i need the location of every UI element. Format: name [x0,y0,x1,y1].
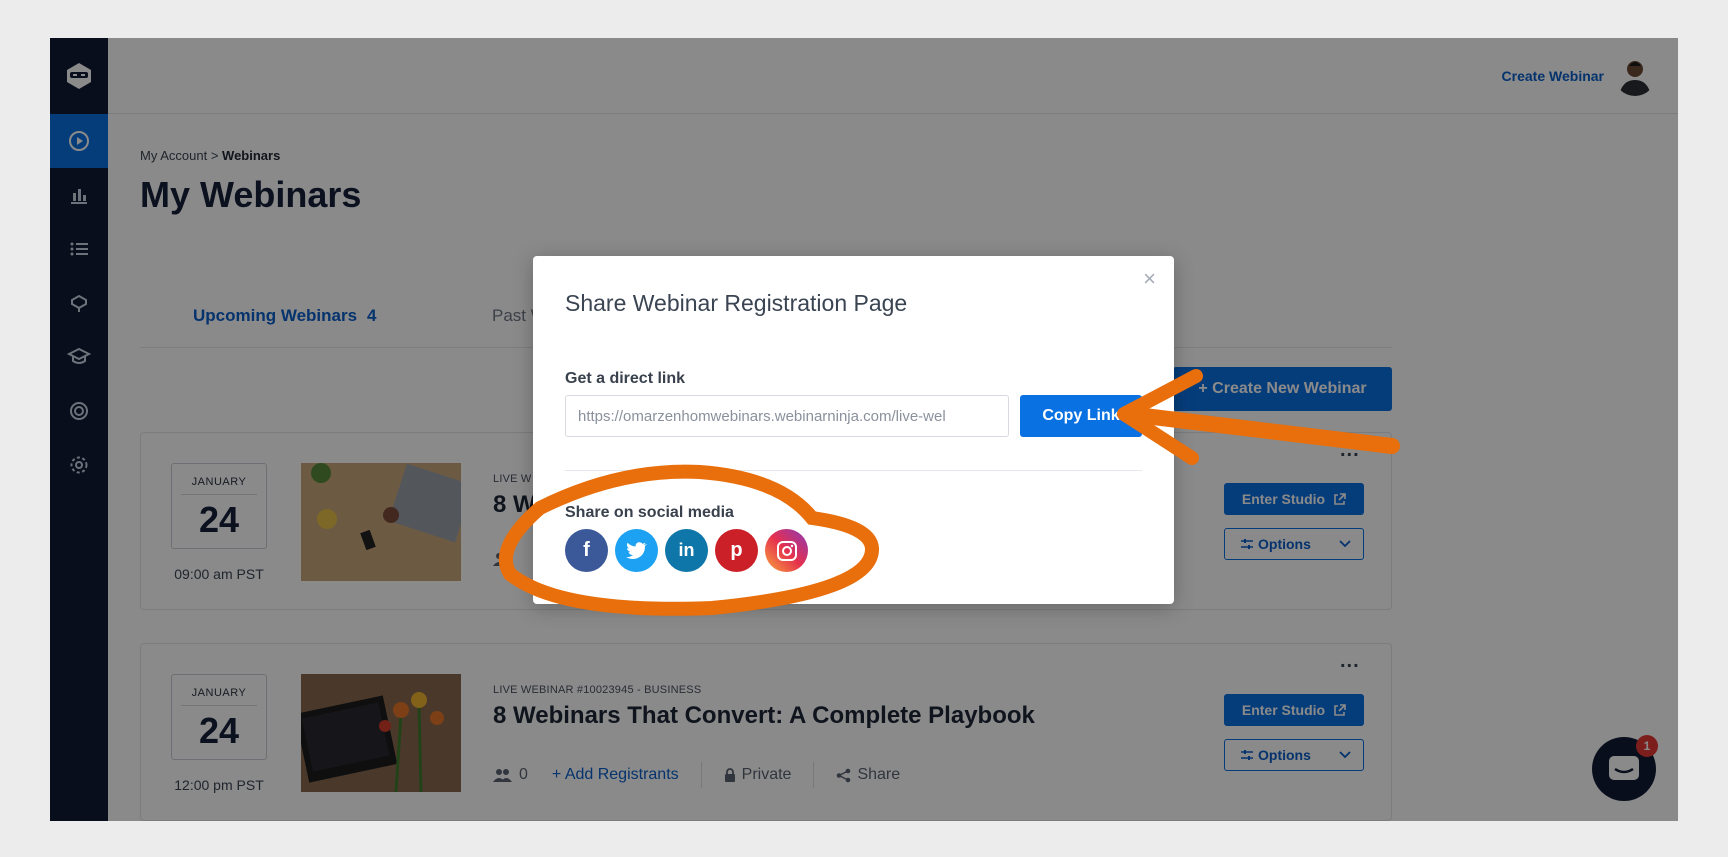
linkedin-icon[interactable]: in [665,529,708,572]
social-share-buttons: f in p [565,529,808,572]
twitter-icon[interactable] [615,529,658,572]
direct-link-label: Get a direct link [565,370,686,387]
close-icon[interactable]: × [1143,266,1156,292]
copy-link-button[interactable]: Copy Link [1020,395,1142,437]
share-modal: × Share Webinar Registration Page Get a … [533,256,1174,604]
facebook-icon[interactable]: f [565,529,608,572]
modal-title: Share Webinar Registration Page [565,290,908,316]
pinterest-icon[interactable]: p [715,529,758,572]
instagram-icon[interactable] [765,529,808,572]
direct-link-input[interactable] [565,395,1009,437]
social-media-label: Share on social media [565,504,734,521]
modal-divider [565,470,1142,471]
